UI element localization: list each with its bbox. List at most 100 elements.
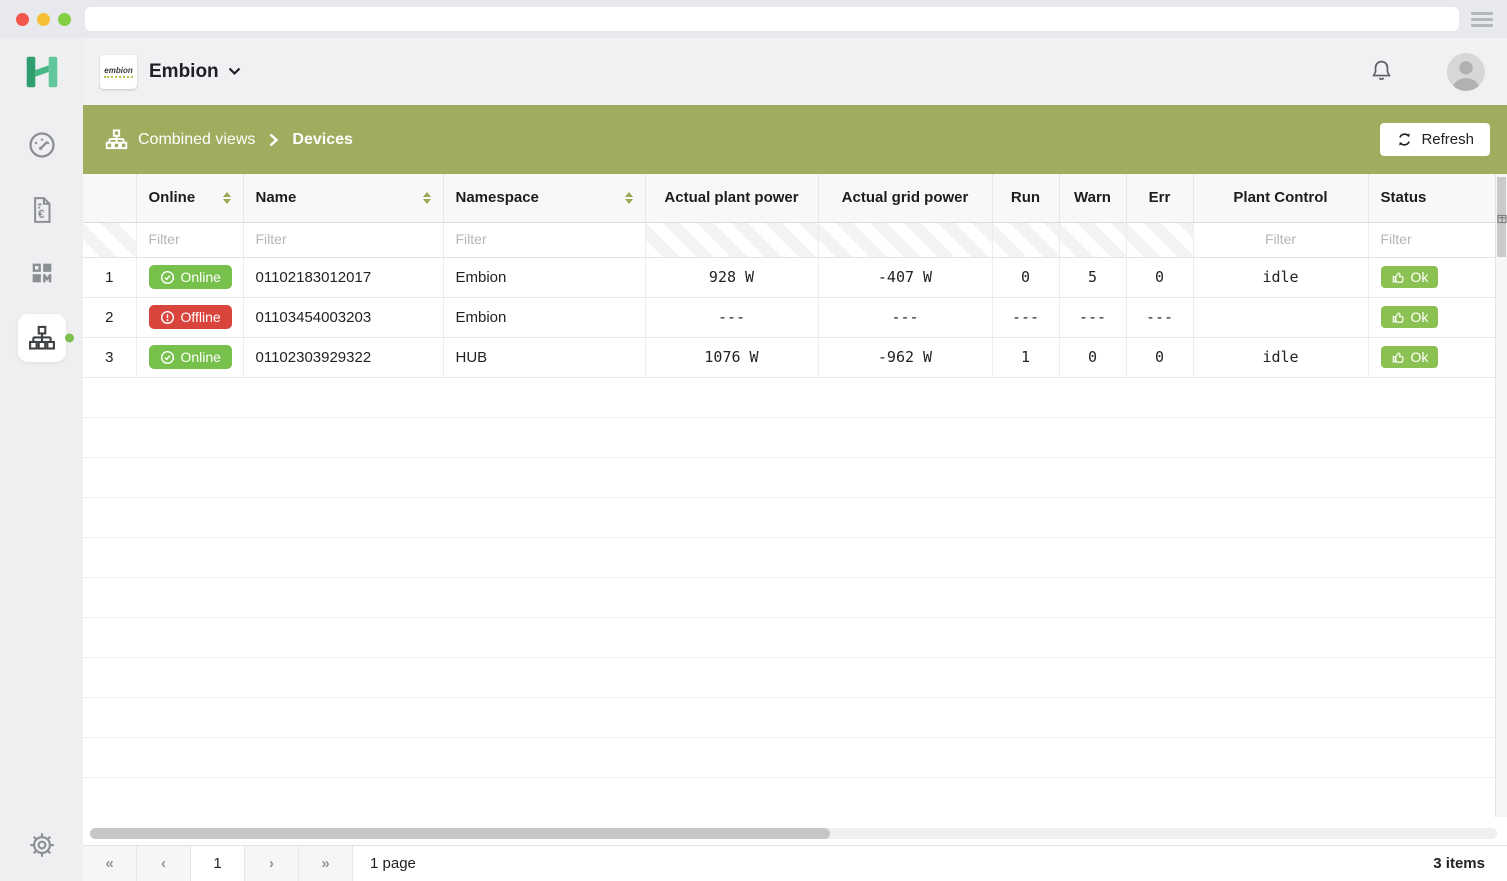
column-header-warn: Warn	[1059, 174, 1126, 222]
bell-icon	[1368, 58, 1395, 85]
column-header-plant-power: Actual plant power	[645, 174, 818, 222]
window-chrome	[0, 0, 1507, 38]
sidebar-item-devices[interactable]	[18, 314, 66, 362]
plant-control-filter-input[interactable]	[1206, 231, 1356, 247]
refresh-label: Refresh	[1421, 131, 1474, 148]
table-row[interactable]: 1 Online 01102183012017 Embion 928 W -40…	[83, 257, 1495, 297]
prev-page-button[interactable]: ‹	[137, 846, 191, 881]
invoice-euro-icon: €	[27, 195, 57, 225]
namespace-filter-input[interactable]	[456, 231, 633, 247]
close-button[interactable]	[16, 13, 29, 26]
filter-cell-disabled	[1059, 222, 1126, 257]
thumbs-up-icon	[1391, 270, 1405, 284]
online-cell: Offline	[136, 297, 243, 337]
breadcrumb-page: Devices	[292, 131, 353, 149]
thumbs-up-icon	[1391, 310, 1405, 324]
device-name: 01102183012017	[243, 257, 443, 297]
filter-cell-disabled	[1126, 222, 1193, 257]
column-header-namespace[interactable]: Namespace	[443, 174, 645, 222]
name-filter-input[interactable]	[256, 231, 431, 247]
items-count-label: 3 items	[1433, 846, 1507, 881]
run-count: ---	[992, 297, 1059, 337]
zoom-button[interactable]	[58, 13, 71, 26]
err-count: 0	[1126, 257, 1193, 297]
minimize-button[interactable]	[37, 13, 50, 26]
filter-row	[83, 222, 1495, 257]
column-header-grid-power: Actual grid power	[818, 174, 992, 222]
breadcrumb-bar: Combined views Devices Refresh	[83, 105, 1507, 174]
column-header-err: Err	[1126, 174, 1193, 222]
horizontal-scrollbar	[90, 828, 1497, 839]
column-panel-button[interactable]	[1496, 212, 1507, 226]
svg-text:€: €	[37, 207, 44, 221]
status-filter-input[interactable]	[1381, 231, 1484, 247]
status-badge-label: Ok	[1411, 309, 1429, 325]
breadcrumb-section[interactable]: Combined views	[138, 131, 255, 149]
filter-cell-namespace	[443, 222, 645, 257]
grid-power-value: -962 W	[818, 337, 992, 377]
gear-icon	[27, 830, 57, 860]
err-count: 0	[1126, 337, 1193, 377]
first-page-button[interactable]: «	[83, 846, 137, 881]
sidebar: €	[0, 38, 83, 881]
org-switcher[interactable]: Embion	[149, 61, 241, 83]
next-page-button[interactable]: ›	[245, 846, 299, 881]
app-window: €	[0, 0, 1507, 881]
row-index: 2	[83, 297, 136, 337]
sidebar-item-modules[interactable]	[24, 255, 60, 291]
hamburger-icon[interactable]	[1471, 12, 1493, 27]
online-badge-label: Online	[181, 349, 221, 365]
grid-power-value: -407 W	[818, 257, 992, 297]
devices-table-region: Online Name Namespace Actual plant power…	[83, 174, 1507, 817]
online-badge-label: Online	[181, 269, 221, 285]
refresh-button[interactable]: Refresh	[1380, 123, 1490, 156]
pagination-bar: « ‹ 1 › » 1 page 3 items	[83, 845, 1507, 881]
device-namespace: Embion	[443, 257, 645, 297]
url-bar[interactable]	[85, 7, 1459, 31]
sitemap-icon	[28, 324, 56, 352]
filter-cell-disabled	[992, 222, 1059, 257]
traffic-lights	[16, 13, 71, 26]
sidebar-item-billing[interactable]: €	[24, 192, 60, 228]
status-badge: Ok	[1381, 346, 1439, 368]
online-filter-input[interactable]	[149, 231, 231, 247]
status-cell: Ok	[1368, 257, 1495, 297]
online-badge: Online	[149, 345, 232, 369]
online-badge: Online	[149, 265, 232, 289]
org-logo[interactable]: embion	[100, 55, 137, 89]
row-index: 1	[83, 257, 136, 297]
h-logo-icon	[21, 51, 63, 93]
status-cell: Ok	[1368, 297, 1495, 337]
plant-control-value: idle	[1193, 337, 1368, 377]
filter-cell-disabled	[645, 222, 818, 257]
avatar[interactable]	[1447, 53, 1485, 91]
table-row[interactable]: 3 Online 01102303929322 HUB 1076 W -962 …	[83, 337, 1495, 377]
gauge-icon	[26, 129, 58, 161]
refresh-icon	[1396, 131, 1413, 148]
last-page-button[interactable]: »	[299, 846, 353, 881]
grid-power-value: ---	[818, 297, 992, 337]
column-header-plant-control: Plant Control	[1193, 174, 1368, 222]
sort-icon	[423, 192, 431, 204]
plant-power-value: 1076 W	[645, 337, 818, 377]
org-logo-text: embion	[104, 66, 132, 78]
status-badge-label: Ok	[1411, 349, 1429, 365]
column-header-online[interactable]: Online	[136, 174, 243, 222]
table-row[interactable]: 2 Offline 01103454003203 Embion --- --- …	[83, 297, 1495, 337]
filter-cell-name	[243, 222, 443, 257]
notifications-button[interactable]	[1368, 58, 1395, 85]
column-header-name[interactable]: Name	[243, 174, 443, 222]
app-header: embion Embion	[83, 38, 1507, 105]
plant-control-value	[1193, 297, 1368, 337]
horizontal-scrollbar-thumb[interactable]	[90, 828, 830, 839]
devices-table: Online Name Namespace Actual plant power…	[83, 174, 1495, 378]
qr-grid-icon	[28, 259, 56, 287]
sidebar-item-settings[interactable]	[24, 827, 60, 863]
page-title: Embion	[149, 61, 219, 83]
header-row: Online Name Namespace Actual plant power…	[83, 174, 1495, 222]
brand-logo[interactable]	[0, 38, 83, 105]
alert-circle-icon	[160, 310, 175, 325]
sidebar-item-dashboard[interactable]	[24, 127, 60, 163]
chevron-down-icon	[228, 67, 241, 76]
check-circle-icon	[160, 350, 175, 365]
